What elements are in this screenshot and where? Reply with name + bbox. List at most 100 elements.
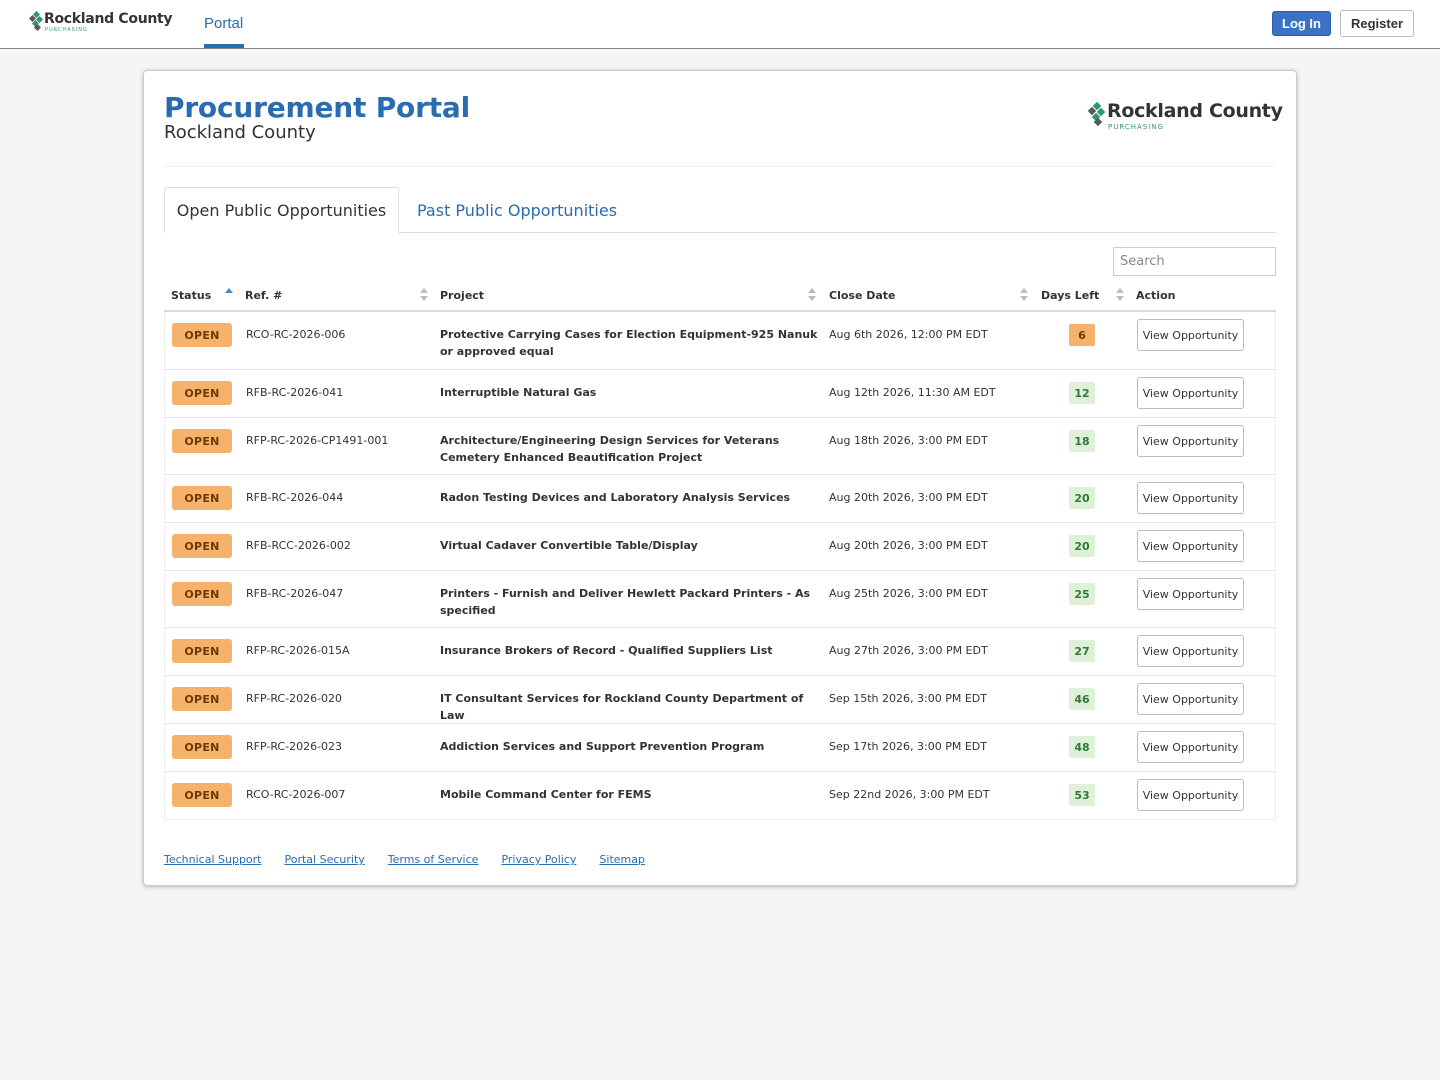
sort-arrows-icon[interactable]	[808, 288, 816, 302]
portal-card: Procurement Portal Rockland County Rockl…	[143, 70, 1297, 886]
table-row: OPEN RFP-RC-2026-023 Addiction Services …	[165, 723, 1275, 771]
days-left-badge: 25	[1069, 583, 1095, 605]
opportunity-tabs: Open Public Opportunities Past Public Op…	[164, 187, 1276, 233]
ref-number: RFP-RC-2026-020	[246, 692, 343, 705]
days-left-badge: 53	[1069, 784, 1095, 806]
days-left-badge: 20	[1069, 487, 1095, 509]
ref-number: RFB-RC-2026-044	[246, 491, 344, 504]
close-date: Sep 17th 2026, 3:00 PM EDT	[829, 740, 987, 753]
table-row: OPEN RFB-RC-2026-041 Interruptible Natur…	[165, 369, 1275, 417]
rockland-diamond-logo-icon	[1087, 101, 1106, 127]
column-header-days-left[interactable]: Days Left	[1041, 289, 1099, 302]
footer-links: Technical Support Portal Security Terms …	[164, 853, 645, 866]
sort-arrows-icon[interactable]	[1116, 288, 1124, 302]
card-logo-sub: PURCHASING	[1108, 123, 1164, 131]
view-opportunity-button[interactable]: View Opportunity	[1137, 635, 1244, 667]
project-name: Virtual Cadaver Convertible Table/Displa…	[440, 539, 698, 552]
status-badge: OPEN	[172, 687, 232, 711]
days-left-badge: 46	[1069, 688, 1095, 710]
view-opportunity-button[interactable]: View Opportunity	[1137, 482, 1244, 514]
rockland-diamond-logo-icon	[28, 10, 44, 32]
days-left-badge: 12	[1069, 382, 1095, 404]
tab-open-opportunities[interactable]: Open Public Opportunities	[164, 187, 399, 233]
footer-link-terms-of-service[interactable]: Terms of Service	[388, 853, 479, 866]
sort-arrows-icon[interactable]	[420, 288, 428, 302]
table-row: OPEN RFP-RC-2026-015A Insurance Brokers …	[165, 627, 1275, 675]
table-row: OPEN RFB-RC-2026-044 Radon Testing Devic…	[165, 474, 1275, 522]
ref-number: RFB-RC-2026-047	[246, 587, 344, 600]
status-badge: OPEN	[172, 429, 232, 453]
days-left-badge: 18	[1069, 430, 1095, 452]
column-header-ref[interactable]: Ref. #	[245, 289, 282, 302]
status-badge: OPEN	[172, 639, 232, 663]
view-opportunity-button[interactable]: View Opportunity	[1137, 319, 1244, 351]
table-row: OPEN RCO-RC-2026-007 Mobile Command Cent…	[165, 771, 1275, 819]
project-name: Printers - Furnish and Deliver Hewlett P…	[440, 587, 811, 617]
ref-number: RFP-RC-2026-CP1491-001	[246, 434, 389, 447]
card-logo: Rockland County PURCHASING	[1087, 102, 1283, 131]
footer-link-technical-support[interactable]: Technical Support	[164, 853, 262, 866]
footer-link-sitemap[interactable]: Sitemap	[599, 853, 645, 866]
nav-tab-active-indicator	[204, 44, 244, 48]
ref-number: RFP-RC-2026-023	[246, 740, 343, 753]
view-opportunity-button[interactable]: View Opportunity	[1137, 731, 1244, 763]
close-date: Aug 27th 2026, 3:00 PM EDT	[829, 644, 988, 657]
sort-asc-icon[interactable]	[225, 288, 233, 302]
status-badge: OPEN	[172, 582, 232, 606]
login-button[interactable]: Log In	[1272, 11, 1331, 36]
status-badge: OPEN	[172, 735, 232, 759]
nav-tab-portal[interactable]: Portal	[204, 15, 243, 32]
column-header-close-date[interactable]: Close Date	[829, 289, 896, 302]
project-name: Architecture/Engineering Design Services…	[440, 434, 780, 464]
status-badge: OPEN	[172, 534, 232, 558]
table-row: OPEN RFP-RC-2026-020 IT Consultant Servi…	[165, 675, 1275, 723]
close-date: Aug 20th 2026, 3:00 PM EDT	[829, 491, 988, 504]
column-header-status[interactable]: Status	[171, 289, 211, 302]
brand-name: Rockland County	[44, 11, 173, 27]
search-input[interactable]	[1113, 247, 1276, 276]
view-opportunity-button[interactable]: View Opportunity	[1137, 578, 1244, 610]
table-header: Status Ref. # Project Close Date Days Le…	[164, 281, 1276, 312]
view-opportunity-button[interactable]: View Opportunity	[1137, 377, 1244, 409]
table-row: OPEN RFB-RCC-2026-002 Virtual Cadaver Co…	[165, 522, 1275, 570]
status-badge: OPEN	[172, 323, 232, 347]
table-row: OPEN RFB-RC-2026-047 Printers - Furnish …	[165, 570, 1275, 627]
project-name: Radon Testing Devices and Laboratory Ana…	[440, 491, 791, 504]
status-badge: OPEN	[172, 783, 232, 807]
close-date: Aug 6th 2026, 12:00 PM EDT	[829, 328, 988, 341]
status-badge: OPEN	[172, 381, 232, 405]
view-opportunity-button[interactable]: View Opportunity	[1137, 683, 1244, 715]
close-date: Aug 25th 2026, 3:00 PM EDT	[829, 587, 988, 600]
project-name: IT Consultant Services for Rockland Coun…	[440, 692, 804, 722]
opportunities-table: Status Ref. # Project Close Date Days Le…	[164, 281, 1276, 820]
project-name: Protective Carrying Cases for Election E…	[440, 328, 818, 358]
project-name: Mobile Command Center for FEMS	[440, 788, 652, 801]
tab-past-opportunities[interactable]: Past Public Opportunities	[417, 187, 617, 233]
project-name: Addiction Services and Support Preventio…	[440, 740, 765, 753]
close-date: Aug 18th 2026, 3:00 PM EDT	[829, 434, 988, 447]
status-badge: OPEN	[172, 486, 232, 510]
footer-link-portal-security[interactable]: Portal Security	[285, 853, 365, 866]
card-logo-name: Rockland County	[1107, 100, 1283, 122]
view-opportunity-button[interactable]: View Opportunity	[1137, 530, 1244, 562]
ref-number: RFB-RCC-2026-002	[246, 539, 351, 552]
project-name: Insurance Brokers of Record - Qualified …	[440, 644, 773, 657]
view-opportunity-button[interactable]: View Opportunity	[1137, 779, 1244, 811]
header-divider	[164, 166, 1274, 167]
footer-link-privacy-policy[interactable]: Privacy Policy	[501, 853, 576, 866]
ref-number: RFP-RC-2026-015A	[246, 644, 350, 657]
table-body: OPEN RCO-RC-2026-006 Protective Carrying…	[164, 312, 1276, 820]
project-name: Interruptible Natural Gas	[440, 386, 597, 399]
ref-number: RFB-RC-2026-041	[246, 386, 344, 399]
sort-arrows-icon[interactable]	[1020, 288, 1028, 302]
close-date: Aug 12th 2026, 11:30 AM EDT	[829, 386, 996, 399]
close-date: Aug 20th 2026, 3:00 PM EDT	[829, 539, 988, 552]
top-navbar: Rockland County PURCHASING Portal Log In…	[0, 0, 1440, 49]
brand-logo[interactable]: Rockland County PURCHASING	[28, 10, 173, 33]
view-opportunity-button[interactable]: View Opportunity	[1137, 425, 1244, 457]
brand-sub: PURCHASING	[45, 27, 88, 33]
page-subtitle: Rockland County	[164, 122, 316, 143]
register-button[interactable]: Register	[1340, 10, 1414, 37]
column-header-project[interactable]: Project	[440, 289, 484, 302]
days-left-badge: 48	[1069, 736, 1095, 758]
